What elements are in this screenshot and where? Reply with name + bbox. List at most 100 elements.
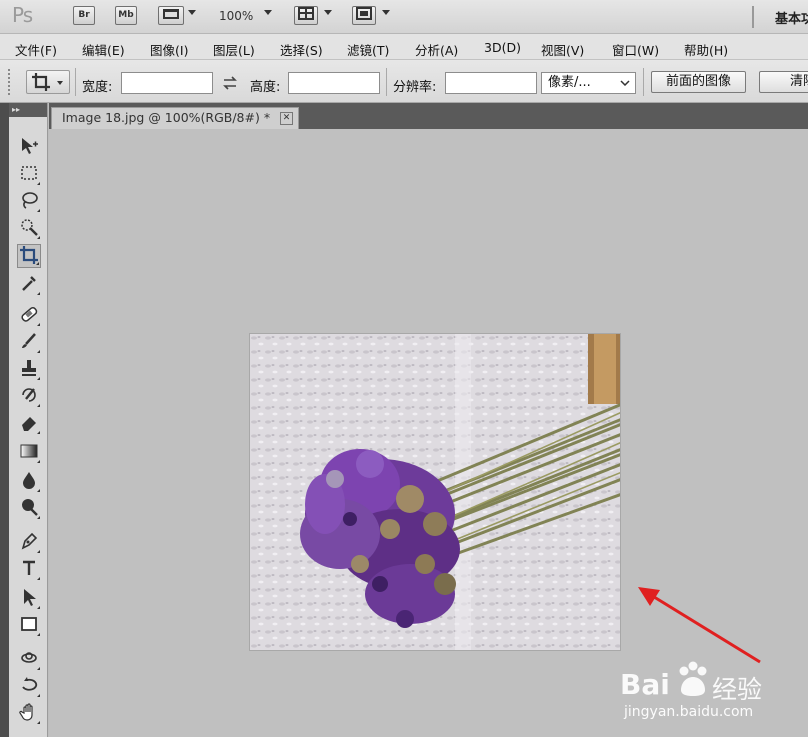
gradient-tool[interactable] xyxy=(17,441,41,465)
marquee-tool[interactable] xyxy=(17,163,41,187)
submenu-indicator xyxy=(37,577,40,580)
submenu-indicator xyxy=(37,460,40,463)
clear-button[interactable]: 清除 xyxy=(759,71,808,93)
3d-orbit-tool[interactable] xyxy=(17,675,41,699)
chevron-down-icon xyxy=(620,80,630,86)
document-tab[interactable]: Image 18.jpg @ 100%(RGB/8#) * ✕ xyxy=(51,107,299,129)
menu-layer[interactable]: 图层(L) xyxy=(213,40,255,59)
submenu-indicator xyxy=(37,721,40,724)
divider xyxy=(386,68,387,96)
document-image[interactable] xyxy=(249,333,621,651)
panel-dock-strip xyxy=(0,103,9,737)
pen-tool[interactable] xyxy=(17,531,41,555)
lasso-icon xyxy=(22,192,38,209)
type-tool[interactable] xyxy=(17,558,41,582)
menu-edit[interactable]: 编辑(E) xyxy=(82,40,125,59)
zoom-level[interactable]: 100% xyxy=(219,9,253,23)
3d-rotate-tool[interactable] xyxy=(17,648,41,672)
history-brush-icon xyxy=(22,388,36,402)
chevron-down-icon[interactable] xyxy=(382,10,390,15)
submenu-indicator xyxy=(37,350,40,353)
submenu-indicator xyxy=(37,292,40,295)
brush-tool[interactable] xyxy=(17,331,41,355)
submenu-indicator xyxy=(37,633,40,636)
bridge-button[interactable]: Br xyxy=(73,6,95,25)
lasso-tool[interactable] xyxy=(17,190,41,214)
screen-mode-button[interactable] xyxy=(352,6,376,25)
front-image-button[interactable]: 前面的图像 xyxy=(651,71,746,93)
bandage-icon xyxy=(21,307,38,322)
menu-file[interactable]: 文件(F) xyxy=(15,40,57,59)
chevron-down-icon[interactable] xyxy=(188,10,196,15)
width-field[interactable] xyxy=(121,72,213,94)
divider xyxy=(643,68,644,96)
submenu-indicator xyxy=(37,694,40,697)
grip-handle[interactable] xyxy=(8,69,16,95)
menu-bar: 文件(F) 编辑(E) 图像(I) 图层(L) 选择(S) 滤镜(T) 分析(A… xyxy=(0,34,808,60)
application-bar: Ps Br Mb 100% 基本功 xyxy=(0,0,808,34)
eraser-tool[interactable] xyxy=(17,412,41,436)
move-tool[interactable] xyxy=(17,136,41,160)
magic-wand-icon xyxy=(21,219,38,236)
submenu-indicator xyxy=(37,209,40,212)
dodge-icon xyxy=(22,499,38,516)
watermark-url: jingyan.baidu.com xyxy=(624,704,754,720)
brush-icon xyxy=(22,333,36,348)
shape-tool[interactable] xyxy=(17,614,41,638)
crop-icon xyxy=(32,73,50,91)
arrange-documents-button[interactable] xyxy=(294,6,318,25)
options-bar: 宽度: 高度: 分辨率: 像素/... 前面的图像 清除 xyxy=(0,60,808,103)
mini-bridge-button[interactable]: Mb xyxy=(115,6,137,25)
height-label: 高度: xyxy=(250,80,281,95)
watermark-brand-suffix: 经验 xyxy=(712,675,763,704)
crop-tool[interactable] xyxy=(17,244,41,268)
menu-filter[interactable]: 滤镜(T) xyxy=(347,40,389,59)
resolution-label: 分辨率: xyxy=(393,80,437,95)
quick-selection-tool[interactable] xyxy=(17,217,41,241)
screen-mode-icon xyxy=(356,7,372,20)
document-tab-title: Image 18.jpg @ 100%(RGB/8#) * xyxy=(62,110,271,125)
pen-icon xyxy=(21,532,38,550)
eyedropper-tool[interactable] xyxy=(17,273,41,297)
menu-image[interactable]: 图像(I) xyxy=(150,40,188,59)
stamp-icon xyxy=(22,360,36,376)
orbit-icon xyxy=(22,677,38,691)
menu-analysis[interactable]: 分析(A) xyxy=(415,40,458,59)
dodge-tool[interactable] xyxy=(17,497,41,521)
hand-tool[interactable] xyxy=(17,702,41,726)
workspace-switcher[interactable]: 基本功 xyxy=(775,8,808,27)
chevron-down-icon[interactable] xyxy=(324,10,332,15)
submenu-indicator xyxy=(37,606,40,609)
photoshop-logo: Ps xyxy=(12,3,33,27)
document-tab-bar: Image 18.jpg @ 100%(RGB/8#) * ✕ xyxy=(49,103,808,129)
submenu-indicator xyxy=(37,236,40,239)
menu-3d[interactable]: 3D(D) xyxy=(484,40,521,55)
path-selection-tool[interactable] xyxy=(17,587,41,611)
submenu-indicator xyxy=(37,489,40,492)
divider xyxy=(752,6,754,28)
watermark-brand: Bai xyxy=(620,668,670,701)
eyedropper-icon xyxy=(22,276,36,291)
healing-brush-tool[interactable] xyxy=(17,304,41,328)
resolution-field[interactable] xyxy=(445,72,537,94)
chevron-down-icon[interactable] xyxy=(264,10,272,15)
clone-stamp-tool[interactable] xyxy=(17,358,41,382)
tool-preset-picker[interactable] xyxy=(26,70,70,94)
blur-tool[interactable] xyxy=(17,470,41,494)
chevron-down-icon xyxy=(57,81,63,85)
menu-help[interactable]: 帮助(H) xyxy=(684,40,728,59)
height-field[interactable] xyxy=(288,72,380,94)
close-icon[interactable]: ✕ xyxy=(280,112,293,125)
resolution-units-select[interactable]: 像素/... xyxy=(541,72,636,94)
view-extras-button[interactable] xyxy=(158,6,184,25)
submenu-indicator xyxy=(37,404,40,407)
collapse-icon[interactable]: ▸▸ xyxy=(9,103,47,117)
menu-window[interactable]: 窗口(W) xyxy=(612,40,659,59)
hand-icon xyxy=(19,703,33,721)
marquee-icon xyxy=(21,166,37,180)
menu-view[interactable]: 视图(V) xyxy=(541,40,584,59)
history-brush-tool[interactable] xyxy=(17,385,41,409)
arrow-cursor-icon xyxy=(24,589,36,606)
menu-select[interactable]: 选择(S) xyxy=(280,40,323,59)
swap-icon[interactable] xyxy=(222,76,238,90)
